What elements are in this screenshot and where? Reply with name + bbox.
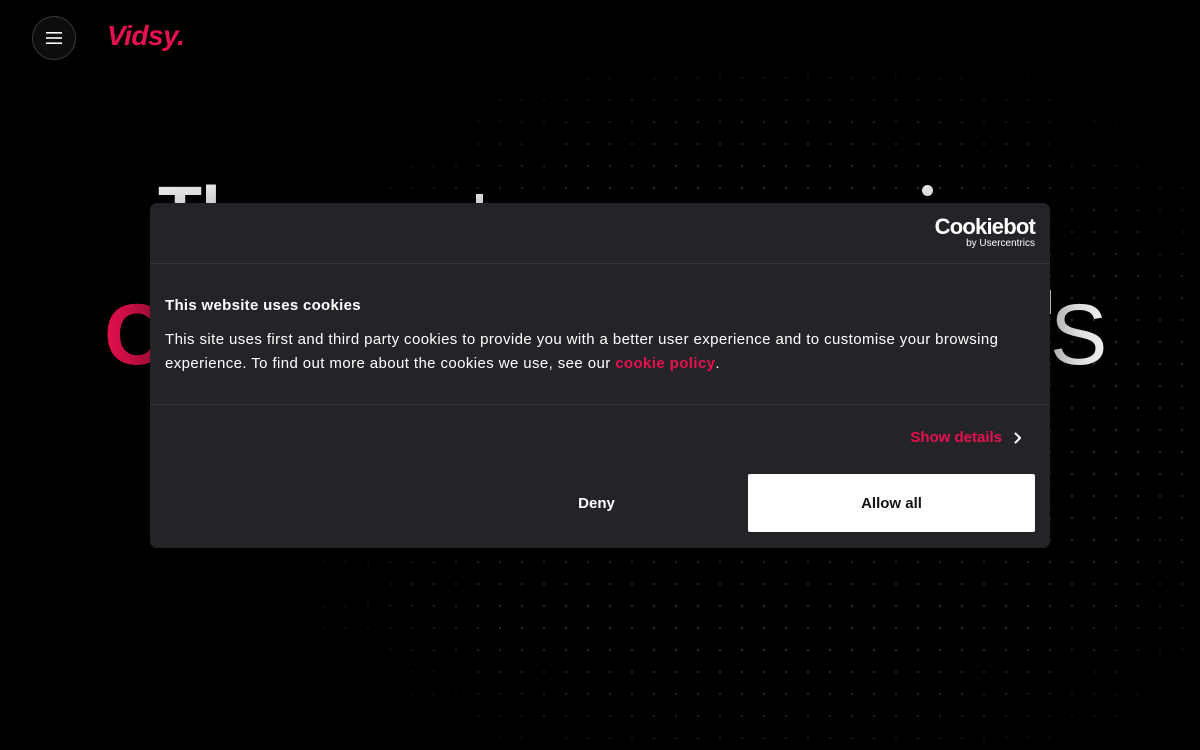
cookie-consent-dialog: Cookiebot by Usercentrics This website u…: [150, 203, 1050, 548]
hero-heading-line2-end: S: [1050, 287, 1108, 383]
cookie-dialog-text: This site uses first and third party coo…: [165, 328, 1035, 376]
cookie-dialog-header: Cookiebot by Usercentrics: [150, 203, 1050, 264]
cookiebot-brand-sub: by Usercentrics: [966, 238, 1035, 249]
menu-button[interactable]: [32, 16, 76, 60]
hamburger-menu-icon: [46, 32, 62, 44]
hero-letter-dot: [922, 185, 933, 196]
cookie-dialog-body: This website uses cookies This site uses…: [150, 264, 1050, 405]
cookiebot-logo[interactable]: Cookiebot by Usercentrics: [934, 214, 1036, 250]
cookie-text-end: .: [715, 355, 720, 372]
cookiebot-brand-name: Cookiebot: [934, 214, 1036, 239]
vidsy-logo[interactable]: Vidsy.: [107, 20, 185, 52]
cookie-text-main: This site uses first and third party coo…: [165, 331, 999, 372]
allow-all-button[interactable]: Allow all: [748, 474, 1035, 532]
chevron-right-icon: [1014, 432, 1021, 443]
cookie-dialog-title: This website uses cookies: [165, 297, 361, 314]
cookie-policy-link[interactable]: cookie policy: [615, 355, 715, 372]
deny-button[interactable]: Deny: [456, 474, 737, 532]
show-details-button[interactable]: Show details: [910, 429, 1022, 446]
show-details-label: Show details: [910, 429, 1002, 446]
